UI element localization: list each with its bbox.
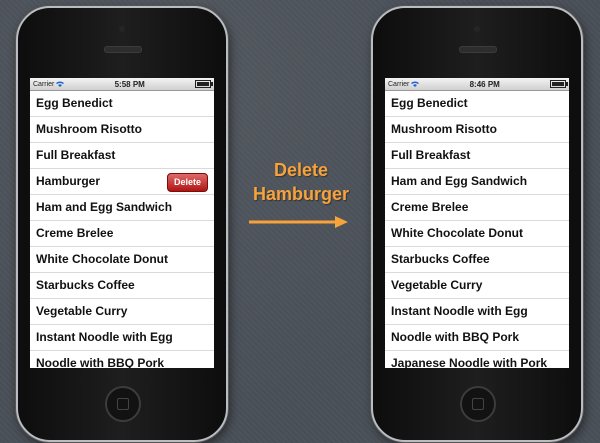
carrier-label: Carrier — [388, 80, 410, 88]
delete-button[interactable]: Delete — [166, 173, 208, 192]
status-bar: Carrier 5:58 PM — [30, 78, 214, 91]
table-row[interactable]: Instant Noodle with Egg — [30, 325, 214, 351]
table-row[interactable]: Mushroom Risotto — [30, 117, 214, 143]
table-row[interactable]: Instant Noodle with Egg — [385, 299, 569, 325]
row-label: Vegetable Curry — [391, 278, 483, 292]
home-button[interactable] — [105, 386, 141, 422]
row-label: Noodle with BBQ Pork — [391, 330, 520, 344]
row-label: Instant Noodle with Egg — [391, 304, 528, 318]
status-bar: Carrier 8:46 PM — [385, 78, 569, 91]
table-row[interactable]: White Chocolate Donut — [30, 247, 214, 273]
right-screen: Carrier 8:46 PM Egg Benedict Mushroom Ris… — [385, 78, 569, 368]
table-row[interactable]: Noodle with BBQ Pork — [30, 351, 214, 368]
table-row[interactable]: Full Breakfast — [30, 143, 214, 169]
table-row[interactable]: Ham and Egg Sandwich — [385, 169, 569, 195]
wifi-icon — [56, 81, 65, 87]
status-time: 8:46 PM — [469, 79, 500, 89]
row-label: Ham and Egg Sandwich — [391, 174, 528, 188]
row-label: White Chocolate Donut — [36, 252, 168, 266]
speaker-grille — [104, 46, 142, 53]
right-arrow-icon — [249, 216, 348, 228]
transition-caption: Delete Hamburger — [253, 158, 349, 206]
camera-icon — [119, 26, 125, 32]
right-iphone: Carrier 8:46 PM Egg Benedict Mushroom Ris… — [371, 6, 583, 442]
table-view: Egg Benedict Mushroom Risotto Full Breakfa… — [385, 91, 569, 368]
carrier-label: Carrier — [33, 80, 55, 88]
camera-icon — [474, 26, 480, 32]
table-row[interactable]: Creme Brelee — [385, 195, 569, 221]
table-row[interactable]: White Chocolate Donut — [385, 221, 569, 247]
wifi-icon — [411, 81, 420, 87]
table-row[interactable]: Starbucks Coffee — [385, 247, 569, 273]
row-label: Creme Brelee — [391, 200, 469, 214]
table-row[interactable]: Ham and Egg Sandwich — [30, 195, 214, 221]
caption-line-2: Hamburger — [253, 184, 350, 204]
left-iphone: Carrier 5:58 PM Egg Benedict Mushroom Ris… — [16, 6, 228, 442]
row-label: Noodle with BBQ Pork — [36, 356, 165, 368]
table-row[interactable]: Egg Benedict — [30, 91, 214, 117]
table-row[interactable]: Japanese Noodle with Pork — [385, 351, 569, 368]
table-row[interactable]: Starbucks Coffee — [30, 273, 214, 299]
row-label: White Chocolate Donut — [391, 226, 523, 240]
battery-icon — [195, 80, 213, 88]
row-label: Starbucks Coffee — [36, 278, 135, 292]
row-label: Mushroom Risotto — [36, 122, 142, 136]
row-label: Full Breakfast — [391, 148, 471, 162]
row-label: Creme Brelee — [36, 226, 114, 240]
table-row[interactable]: Full Breakfast — [385, 143, 569, 169]
row-label: Full Breakfast — [36, 148, 116, 162]
battery-icon — [550, 80, 568, 88]
table-row[interactable]: Noodle with BBQ Pork — [385, 325, 569, 351]
table-row[interactable]: Hamburger Delete — [30, 169, 214, 195]
home-button[interactable] — [460, 386, 496, 422]
row-label: Starbucks Coffee — [391, 252, 490, 266]
status-time: 5:58 PM — [114, 79, 145, 89]
table-row[interactable]: Vegetable Curry — [385, 273, 569, 299]
table-row[interactable]: Mushroom Risotto — [385, 117, 569, 143]
row-label: Ham and Egg Sandwich — [36, 200, 173, 214]
row-label: Mushroom Risotto — [391, 122, 497, 136]
speaker-grille — [459, 46, 497, 53]
row-label: Vegetable Curry — [36, 304, 128, 318]
table-row[interactable]: Vegetable Curry — [30, 299, 214, 325]
table-row[interactable]: Egg Benedict — [385, 91, 569, 117]
row-label: Hamburger — [36, 174, 101, 188]
row-label: Instant Noodle with Egg — [36, 330, 173, 344]
left-screen: Carrier 5:58 PM Egg Benedict Mushroom Ris… — [30, 78, 214, 368]
row-label: Egg Benedict — [36, 96, 113, 110]
table-view: Egg Benedict Mushroom Risotto Full Breakfa… — [30, 91, 214, 368]
row-label: Japanese Noodle with Pork — [391, 356, 548, 368]
row-label: Egg Benedict — [391, 96, 468, 110]
caption-line-1: Delete — [273, 160, 329, 180]
table-row[interactable]: Creme Brelee — [30, 221, 214, 247]
